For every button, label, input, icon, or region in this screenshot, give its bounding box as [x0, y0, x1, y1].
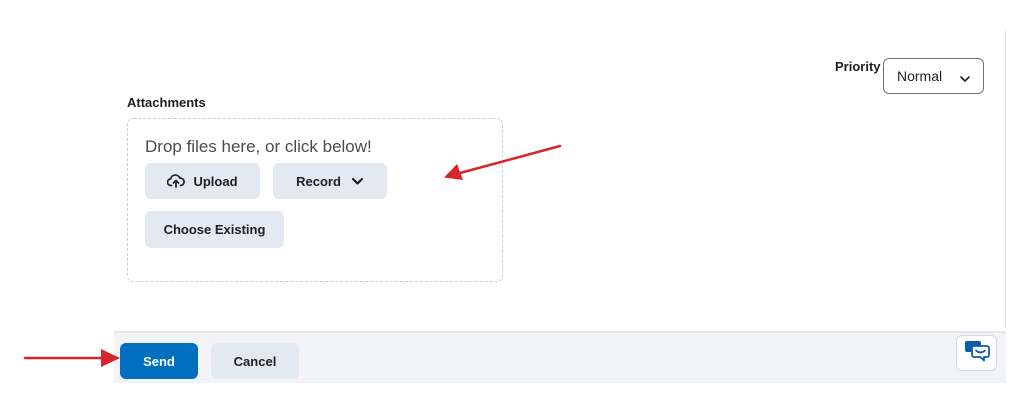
choose-existing-label: Choose Existing: [163, 222, 266, 237]
annotation-arrow-icon: [23, 349, 120, 367]
send-label: Send: [143, 353, 175, 369]
priority-select[interactable]: Normal: [883, 58, 984, 94]
record-button[interactable]: Record: [273, 163, 387, 199]
content-divider: [1005, 30, 1006, 330]
compose-page: Priority Normal Attachments Drop files h…: [0, 0, 1024, 405]
record-label: Record: [296, 173, 341, 189]
dropzone-instructions: Drop files here, or click below!: [145, 137, 372, 156]
chat-bubble-icon: [964, 340, 990, 367]
priority-selected-value: Normal: [897, 68, 943, 84]
cloud-upload-icon: [167, 174, 186, 188]
chevron-down-icon: [351, 176, 364, 186]
choose-existing-button[interactable]: Choose Existing: [145, 211, 284, 248]
upload-button[interactable]: Upload: [145, 163, 260, 199]
upload-label: Upload: [193, 173, 238, 189]
attachments-label: Attachments: [127, 95, 206, 110]
cancel-label: Cancel: [233, 353, 277, 369]
chat-button[interactable]: [956, 335, 997, 371]
priority-label: Priority: [835, 59, 881, 74]
chevron-down-icon: [959, 71, 971, 82]
send-button[interactable]: Send: [120, 343, 198, 379]
cancel-button[interactable]: Cancel: [211, 343, 299, 379]
